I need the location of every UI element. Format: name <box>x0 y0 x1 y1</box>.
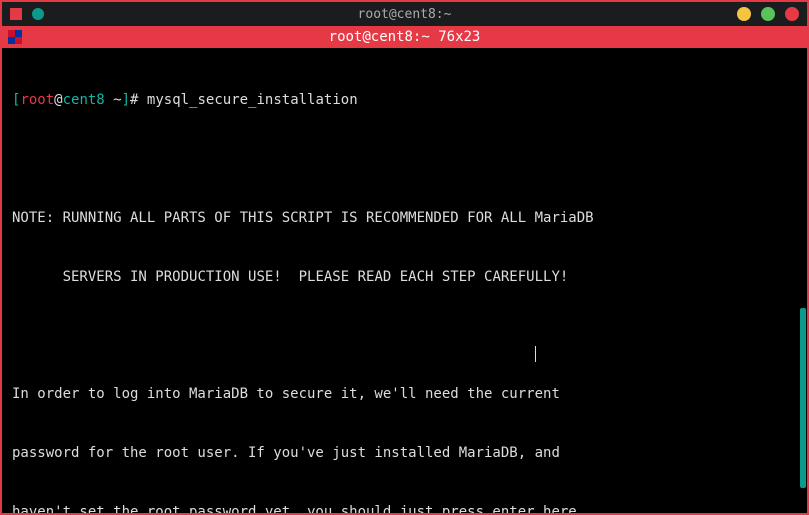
scrollbar-thumb[interactable] <box>800 308 806 488</box>
maximize-button[interactable] <box>761 7 775 21</box>
output-line: haven't set the root password yet, you s… <box>12 503 799 513</box>
outer-window-title: root@cent8:~ <box>358 7 452 22</box>
prompt-host: cent8 <box>63 92 105 108</box>
command-text: mysql_secure_installation <box>147 92 358 108</box>
minimize-button[interactable] <box>737 7 751 21</box>
blank-line <box>12 326 799 346</box>
session-indicator-icon <box>32 8 44 20</box>
prompt-user: root <box>20 92 54 108</box>
terminal-window: root@cent8:~ root@cent8:~ 76x23 [root@ce… <box>0 0 809 515</box>
output-line: In order to log into MariaDB to secure i… <box>12 385 799 405</box>
prompt-symbol: # <box>130 92 147 108</box>
prompt-line: [root@cent8 ~]# mysql_secure_installatio… <box>12 91 799 111</box>
close-button[interactable] <box>785 7 799 21</box>
app-indicator-icon <box>10 8 22 20</box>
prompt-path: ~ <box>105 92 122 108</box>
outer-titlebar-left <box>10 8 44 20</box>
prompt-close-bracket: ] <box>122 92 130 108</box>
output-line: SERVERS IN PRODUCTION USE! PLEASE READ E… <box>12 268 799 288</box>
tab-app-icon <box>8 30 22 44</box>
prompt-at: @ <box>54 92 62 108</box>
window-controls <box>737 7 799 21</box>
inner-window-title: root@cent8:~ 76x23 <box>329 29 481 45</box>
inner-titlebar[interactable]: root@cent8:~ 76x23 <box>2 26 807 48</box>
output-line: password for the root user. If you've ju… <box>12 444 799 464</box>
blank-line <box>12 150 799 170</box>
outer-titlebar[interactable]: root@cent8:~ <box>2 2 807 26</box>
output-line: NOTE: RUNNING ALL PARTS OF THIS SCRIPT I… <box>12 209 799 229</box>
terminal-viewport[interactable]: [root@cent8 ~]# mysql_secure_installatio… <box>2 48 807 513</box>
mouse-ibeam-cursor-icon <box>535 346 536 362</box>
